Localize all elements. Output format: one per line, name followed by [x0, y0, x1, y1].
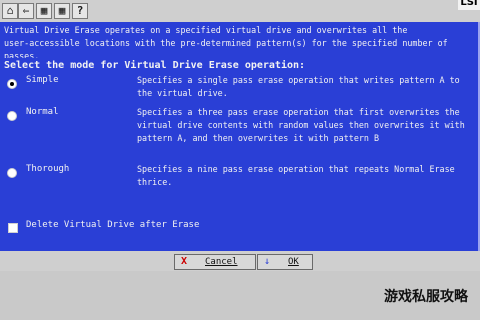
- cancel-button[interactable]: X Cancel: [174, 254, 256, 270]
- ok-button[interactable]: ↓ OK: [257, 254, 313, 270]
- radio-normal[interactable]: [7, 111, 17, 121]
- delete-drive-label[interactable]: Delete Virtual Drive after Erase: [26, 219, 199, 232]
- watermark-text: 游戏私服攻略: [384, 289, 468, 305]
- grid-icon[interactable]: ▦: [36, 3, 52, 19]
- option-label-simple[interactable]: Simple: [26, 74, 59, 87]
- radio-thorough[interactable]: [7, 168, 17, 178]
- option-desc-simple: Specifies a single pass erase operation …: [137, 75, 460, 98]
- toolbar: ⌂ ⇐ ▦ ▦ ? LSI: [0, 0, 480, 23]
- lsi-logo: LSI: [458, 0, 480, 10]
- back-icon[interactable]: ⇐: [18, 3, 34, 19]
- grid-icon[interactable]: ▦: [54, 3, 70, 19]
- ok-arrow-icon: ↓: [264, 256, 271, 267]
- intro-text: Virtual Drive Erase operates on a specif…: [4, 25, 448, 58]
- button-bar: X Cancel ↓ OK: [0, 251, 480, 271]
- ok-button-label: OK: [288, 257, 299, 267]
- option-desc-thorough: Specifies a nine pass erase operation th…: [137, 164, 455, 187]
- option-label-normal[interactable]: Normal: [26, 106, 59, 119]
- mode-heading: Select the mode for Virtual Drive Erase …: [4, 60, 306, 71]
- option-desc-normal: Specifies a three pass erase operation t…: [137, 107, 465, 143]
- help-icon[interactable]: ?: [72, 3, 88, 19]
- cancel-x-icon: X: [181, 256, 188, 267]
- erase-panel: Virtual Drive Erase operates on a specif…: [0, 22, 480, 270]
- delete-drive-checkbox[interactable]: [8, 223, 18, 233]
- radio-simple[interactable]: [7, 79, 17, 89]
- option-label-thorough[interactable]: Thorough: [26, 163, 69, 176]
- cancel-button-label: Cancel: [205, 257, 238, 267]
- home-icon[interactable]: ⌂: [2, 3, 18, 19]
